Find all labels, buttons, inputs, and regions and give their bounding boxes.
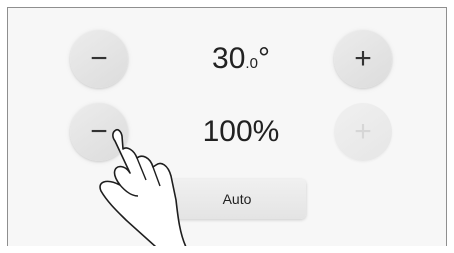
- temperature-value: 30: [212, 42, 246, 75]
- plus-icon: +: [354, 115, 372, 148]
- minus-icon: −: [90, 42, 108, 75]
- fan-readout: 100%: [171, 115, 311, 149]
- minus-icon: −: [90, 115, 108, 148]
- temperature-unit: °: [257, 42, 270, 75]
- auto-mode-button[interactable]: Auto: [168, 179, 306, 219]
- plus-icon: +: [354, 42, 372, 75]
- temperature-decimal: .0: [245, 55, 258, 72]
- fan-value: 100%: [202, 115, 280, 148]
- fan-increase-button[interactable]: +: [334, 103, 392, 161]
- temperature-readout: 30.0°: [171, 42, 311, 76]
- temperature-increase-button[interactable]: +: [334, 30, 392, 88]
- fan-decrease-button[interactable]: −: [70, 103, 128, 161]
- auto-mode-label: Auto: [222, 191, 252, 207]
- thermostat-panel: − 30.0° + − 100% + Auto: [7, 7, 447, 246]
- temperature-decrease-button[interactable]: −: [70, 30, 128, 88]
